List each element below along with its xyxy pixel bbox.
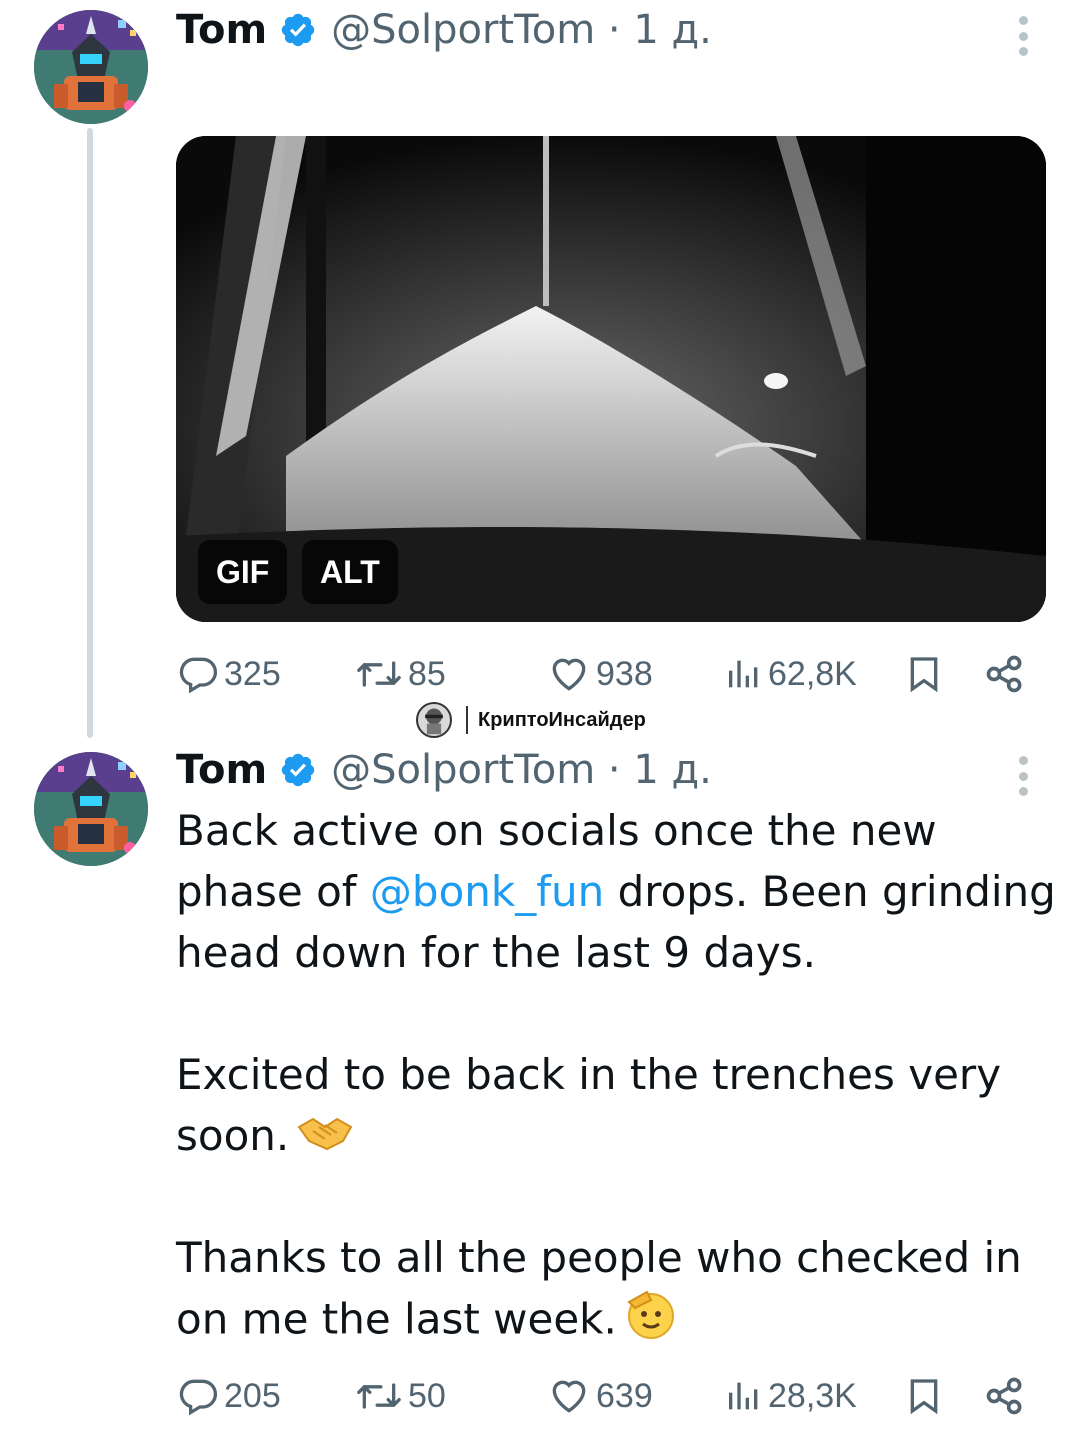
tweet-action-bar: 325 85 938 62,8K <box>176 648 1046 700</box>
tweet-header: Tom @SolportTom · 1 д. <box>176 0 712 60</box>
tweet-text-segment: soon. <box>176 1111 290 1160</box>
repost-icon <box>357 1383 401 1409</box>
repost-button[interactable]: 85 <box>354 648 446 700</box>
reply-icon <box>179 1379 218 1416</box>
tweet-text-segment: phase of <box>176 867 370 916</box>
saluting-face-emoji-icon <box>625 1288 677 1356</box>
tweet-text-line: soon. <box>176 1105 1056 1166</box>
verified-badge-icon <box>279 11 317 49</box>
repost-icon <box>357 661 401 687</box>
gif-badge: GIF <box>198 540 288 604</box>
share-icon <box>986 1377 1022 1415</box>
tweet-text-segment: on me the last week. <box>176 1294 617 1344</box>
tweet-body: Back active on socials once the new phas… <box>176 800 1056 1349</box>
like-count: 938 <box>596 654 653 693</box>
repost-count: 85 <box>408 654 446 693</box>
more-options-icon[interactable] <box>1008 756 1038 796</box>
tweet-action-bar: 205 50 639 28,3K <box>176 1370 1046 1422</box>
share-button[interactable] <box>982 1370 1028 1422</box>
channel-logo <box>416 702 452 738</box>
bookmark-icon <box>910 657 938 693</box>
reply-count: 325 <box>224 654 281 693</box>
reply-count: 205 <box>224 1376 281 1415</box>
like-button[interactable]: 938 <box>546 648 653 700</box>
watermark-divider <box>466 706 468 734</box>
reply-button[interactable]: 205 <box>176 1370 281 1422</box>
handshake-emoji-icon <box>297 1108 353 1169</box>
tweet-text-line: Excited to be back in the trenches very <box>176 1050 1002 1099</box>
more-options-icon[interactable] <box>1008 16 1038 56</box>
repost-count: 50 <box>408 1376 446 1415</box>
views-count: 62,8K <box>768 654 857 693</box>
thread-connector-line <box>87 128 93 738</box>
like-button[interactable]: 639 <box>546 1370 653 1422</box>
views-button[interactable]: 62,8K <box>724 648 857 700</box>
tweet-text-line: Back active on socials once the new <box>176 806 937 855</box>
alt-text-button[interactable]: ALT <box>302 540 398 604</box>
channel-watermark: КриптоИнсайдер <box>416 700 646 740</box>
author-avatar[interactable] <box>34 752 148 866</box>
repost-button[interactable]: 50 <box>354 1370 446 1422</box>
tweet-header: Tom @SolportTom · 1 д. <box>176 740 712 800</box>
views-icon <box>729 660 758 688</box>
views-icon <box>729 1382 758 1410</box>
tweet-text-line: on me the last week. <box>176 1288 1056 1349</box>
heart-icon <box>552 658 586 691</box>
verified-badge-icon <box>279 751 317 789</box>
like-count: 639 <box>596 1376 653 1415</box>
author-avatar[interactable] <box>34 10 148 124</box>
views-button[interactable]: 28,3K <box>724 1370 857 1422</box>
mention-link[interactable]: @bonk_fun <box>370 867 604 916</box>
author-name[interactable]: Tom <box>176 747 267 793</box>
tweet-text-segment: drops. Been grinding <box>604 867 1056 916</box>
reply-icon <box>179 657 218 694</box>
handle-and-time[interactable]: @SolportTom · 1 д. <box>331 747 712 793</box>
bookmark-button[interactable] <box>904 1370 944 1422</box>
reply-button[interactable]: 325 <box>176 648 281 700</box>
views-count: 28,3K <box>768 1376 857 1415</box>
author-name[interactable]: Tom <box>176 7 267 53</box>
bookmark-icon <box>910 1379 938 1415</box>
share-icon <box>986 655 1022 693</box>
share-button[interactable] <box>982 648 1028 700</box>
tweet-text-line: head down for the last 9 days. <box>176 928 816 977</box>
watermark-text: КриптоИнсайдер <box>478 708 646 731</box>
tweet-text-line: phase of @bonk_fun drops. Been grinding <box>176 861 1056 922</box>
bookmark-button[interactable] <box>904 648 944 700</box>
handle-and-time[interactable]: @SolportTom · 1 д. <box>331 7 712 53</box>
heart-icon <box>552 1380 586 1413</box>
tweet-text-line: Thanks to all the people who checked in <box>176 1233 1022 1282</box>
